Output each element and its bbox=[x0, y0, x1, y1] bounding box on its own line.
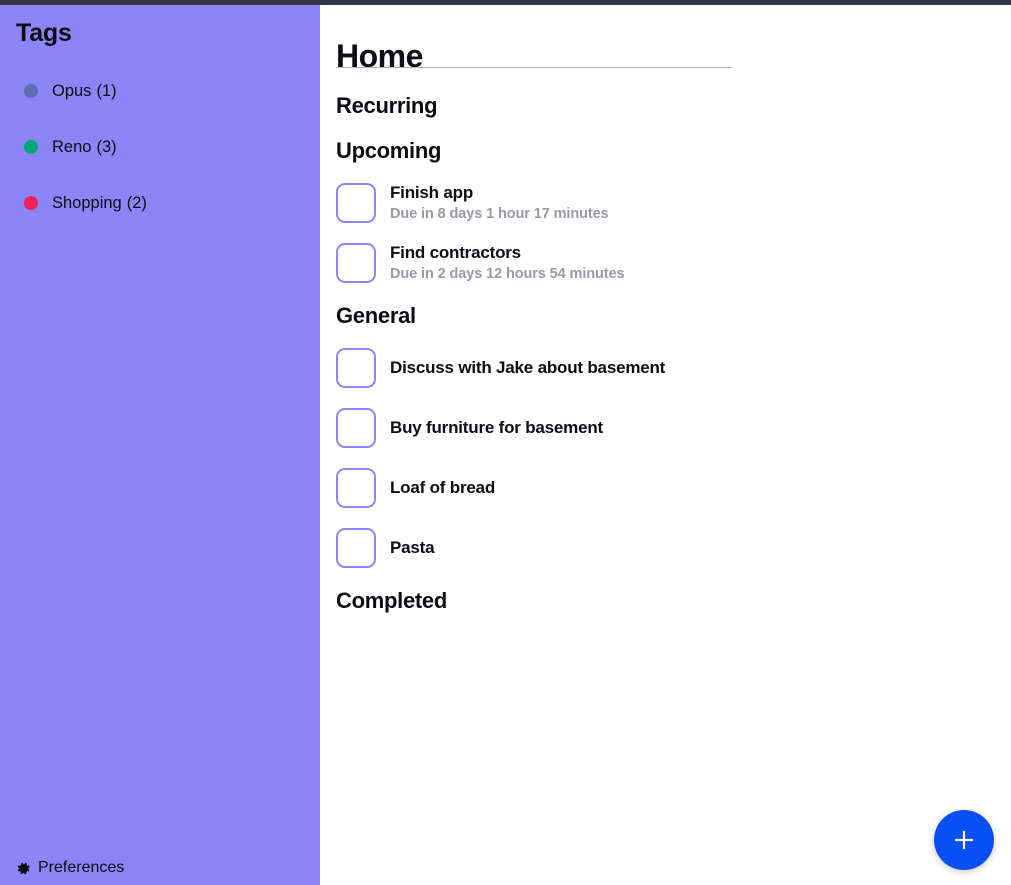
tag-name-reno: Reno bbox=[52, 137, 92, 156]
tag-count-opus: (1) bbox=[96, 81, 117, 100]
task-text: Pasta bbox=[390, 537, 435, 558]
sidebar: Tags Opus (1) Reno (3) Shopping (2) Pref… bbox=[0, 5, 320, 885]
preferences-button[interactable]: Preferences bbox=[16, 860, 124, 876]
section-heading-general: General bbox=[336, 303, 416, 328]
tag-name-opus: Opus bbox=[52, 81, 92, 100]
tag-color-dot-reno bbox=[24, 140, 38, 154]
task-row[interactable]: Buy furniture for basement bbox=[320, 398, 1011, 458]
task-row[interactable]: Loaf of bread bbox=[320, 458, 1011, 518]
section-heading-recurring: Recurring bbox=[336, 93, 438, 118]
task-row[interactable]: Finish app Due in 8 days 1 hour 17 minut… bbox=[320, 173, 1011, 233]
tag-count-shopping: (2) bbox=[126, 193, 147, 212]
sidebar-item-reno[interactable]: Reno (3) bbox=[0, 119, 320, 175]
tag-color-dot-shopping bbox=[24, 196, 38, 210]
task-checkbox[interactable] bbox=[336, 468, 376, 508]
task-checkbox[interactable] bbox=[336, 183, 376, 223]
preferences-label: Preferences bbox=[38, 859, 125, 876]
task-checkbox[interactable] bbox=[336, 528, 376, 568]
task-row[interactable]: Discuss with Jake about basement bbox=[320, 338, 1011, 398]
task-title: Discuss with Jake about basement bbox=[390, 358, 666, 378]
section-heading-upcoming: Upcoming bbox=[336, 138, 442, 163]
tag-list: Opus (1) Reno (3) Shopping (2) bbox=[0, 63, 320, 231]
plus-icon bbox=[955, 831, 973, 849]
main-content: Home Recurring Upcoming Finish app Due i… bbox=[320, 5, 1011, 885]
task-checkbox[interactable] bbox=[336, 408, 376, 448]
tag-name-shopping: Shopping bbox=[52, 193, 122, 212]
task-title: Loaf of bread bbox=[390, 478, 496, 498]
section-heading-completed: Completed bbox=[336, 588, 447, 613]
task-row[interactable]: Pasta bbox=[320, 518, 1011, 578]
task-title: Buy furniture for basement bbox=[390, 418, 603, 438]
task-title: Finish app bbox=[390, 182, 474, 202]
task-due-date: Due in 2 days 12 hours 54 minutes bbox=[390, 266, 625, 283]
task-text: Finish app Due in 8 days 1 hour 17 minut… bbox=[390, 182, 609, 224]
task-text: Discuss with Jake about basement bbox=[390, 357, 665, 378]
task-due-date: Due in 8 days 1 hour 17 minutes bbox=[390, 206, 609, 223]
page-title: Home bbox=[336, 38, 423, 75]
page-title-divider bbox=[336, 67, 732, 68]
task-title: Pasta bbox=[390, 538, 435, 558]
sidebar-title: Tags bbox=[16, 19, 72, 47]
task-text: Loaf of bread bbox=[390, 477, 495, 498]
tag-count-reno: (3) bbox=[96, 137, 117, 156]
task-text: Find contractors Due in 2 days 12 hours … bbox=[390, 242, 625, 284]
task-checkbox[interactable] bbox=[336, 243, 376, 283]
gear-icon bbox=[17, 862, 30, 874]
task-sections: Recurring Upcoming Finish app Due in 8 d… bbox=[320, 83, 1011, 623]
add-task-button[interactable] bbox=[934, 810, 994, 870]
app-root: Tags Opus (1) Reno (3) Shopping (2) Pref… bbox=[0, 5, 1011, 885]
task-row[interactable]: Find contractors Due in 2 days 12 hours … bbox=[320, 233, 1011, 293]
sidebar-item-opus[interactable]: Opus (1) bbox=[0, 63, 320, 119]
task-checkbox[interactable] bbox=[336, 348, 376, 388]
sidebar-item-shopping[interactable]: Shopping (2) bbox=[0, 175, 320, 231]
tag-color-dot-opus bbox=[24, 84, 38, 98]
task-text: Buy furniture for basement bbox=[390, 417, 603, 438]
task-title: Find contractors bbox=[390, 242, 521, 262]
